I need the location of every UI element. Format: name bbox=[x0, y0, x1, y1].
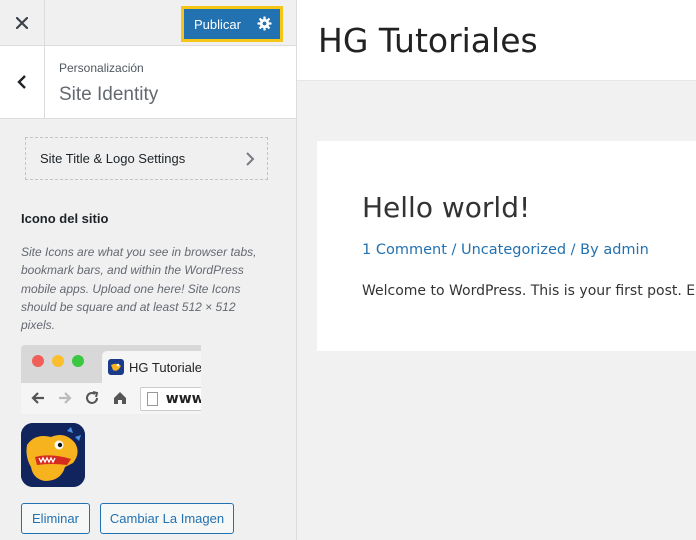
close-icon bbox=[16, 16, 28, 29]
change-label: Cambiar La Imagen bbox=[109, 511, 225, 526]
section-header: Personalización Site Identity bbox=[0, 46, 296, 119]
browser-preview-illustration: HG Tutoriales www. bbox=[21, 345, 201, 414]
breadcrumb: Personalización bbox=[59, 61, 144, 75]
site-icon-image bbox=[21, 423, 85, 487]
browser-tabstrip: HG Tutoriales bbox=[21, 345, 201, 383]
site-header: HG Tutoriales bbox=[297, 0, 696, 81]
browser-address-bar: www. bbox=[140, 387, 201, 411]
meta-by: / By bbox=[566, 242, 604, 258]
site-icon-description: Site Icons are what you see in browser t… bbox=[21, 245, 257, 333]
browser-tab-title: HG Tutoriales bbox=[129, 359, 201, 375]
gear-icon[interactable] bbox=[257, 16, 272, 31]
browser-tab: HG Tutoriales bbox=[102, 351, 201, 383]
window-maximize-dot bbox=[72, 355, 84, 367]
customizer-header: Publicar bbox=[0, 0, 296, 46]
browser-navbar: www. bbox=[21, 383, 201, 414]
publish-button[interactable]: Publicar bbox=[184, 9, 280, 39]
forward-arrow-icon bbox=[59, 392, 72, 404]
site-title-logo-settings-button[interactable]: Site Title & Logo Settings bbox=[25, 137, 268, 180]
close-customizer-button[interactable] bbox=[0, 0, 45, 45]
comments-link[interactable]: 1 Comment bbox=[362, 242, 447, 258]
reload-icon bbox=[86, 391, 99, 404]
remove-site-icon-button[interactable]: Eliminar bbox=[21, 503, 90, 534]
post-excerpt: Welcome to WordPress. This is your first… bbox=[362, 283, 696, 299]
post-card: Hello world! 1 Comment / Uncategorized /… bbox=[317, 141, 696, 351]
category-link[interactable]: Uncategorized bbox=[461, 242, 566, 258]
home-icon bbox=[114, 392, 126, 404]
back-arrow-icon bbox=[31, 392, 44, 404]
chevron-right-icon bbox=[246, 152, 255, 166]
post-meta: 1 Comment / Uncategorized / By admin bbox=[362, 242, 649, 258]
chevron-left-icon bbox=[17, 75, 26, 89]
post-title[interactable]: Hello world! bbox=[362, 191, 530, 224]
site-title[interactable]: HG Tutoriales bbox=[318, 21, 538, 60]
back-button[interactable] bbox=[0, 46, 45, 118]
browser-url: www. bbox=[165, 391, 201, 407]
logo-settings-label: Site Title & Logo Settings bbox=[40, 151, 186, 166]
publish-label: Publicar bbox=[194, 16, 241, 32]
site-icon-label: Icono del sitio bbox=[21, 211, 109, 226]
section-title: Site Identity bbox=[59, 84, 159, 105]
window-minimize-dot bbox=[52, 355, 64, 367]
meta-separator: / bbox=[446, 242, 461, 258]
change-site-icon-button[interactable]: Cambiar La Imagen bbox=[100, 503, 234, 534]
site-preview: HG Tutoriales Hello world! 1 Comment / U… bbox=[297, 0, 696, 540]
author-link[interactable]: admin bbox=[603, 242, 648, 258]
page-icon bbox=[147, 392, 158, 406]
site-favicon-icon bbox=[108, 359, 124, 375]
remove-label: Eliminar bbox=[32, 511, 79, 526]
hostgator-logo-icon bbox=[21, 423, 85, 487]
customizer-sidebar: Publicar Personalización Site Identity S… bbox=[0, 0, 297, 540]
window-close-dot bbox=[32, 355, 44, 367]
